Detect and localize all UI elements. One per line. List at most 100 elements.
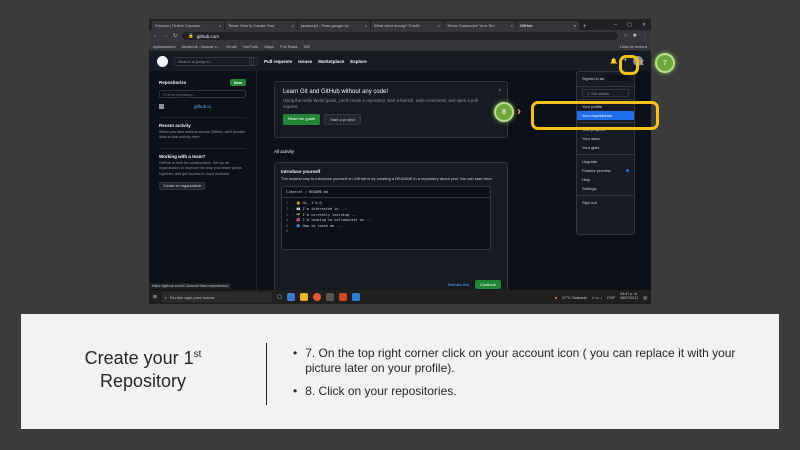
notification-icon[interactable]: ▤ xyxy=(643,295,647,300)
bullet-item: 7. On the top right corner click on your… xyxy=(293,346,763,376)
weather-text[interactable]: 27°C Soleado xyxy=(562,295,587,300)
line-text: - 👀 I'm interested in ... xyxy=(292,206,347,211)
taskbar-search-placeholder: Escribe aquí para buscar xyxy=(170,294,215,300)
line-number: 6 xyxy=(286,229,289,234)
close-icon[interactable]: × xyxy=(365,23,367,28)
bookmark[interactable]: facebook - Buscar c... xyxy=(181,44,220,49)
reading-list[interactable]: Lista de lectura xyxy=(620,44,647,49)
word-icon[interactable] xyxy=(351,293,360,301)
step-8-badge: 8 xyxy=(494,102,514,122)
github-logo-icon[interactable] xyxy=(157,55,168,67)
taskbar-app-icon[interactable] xyxy=(325,293,334,301)
close-icon[interactable]: × xyxy=(292,23,294,28)
bell-icon[interactable]: 🔔 xyxy=(610,58,617,65)
address-bar-row: ← → ↻ 🔒 github.com ☆ ✱ ⋮ xyxy=(149,30,651,42)
browser-tab[interactable]: What went wrong? Troubl × xyxy=(371,21,443,30)
nav-marketplace[interactable]: Marketplace xyxy=(318,59,344,64)
set-status-button[interactable]: ☺ Set status xyxy=(582,89,629,97)
menu-sign-out[interactable]: Sign out xyxy=(577,198,634,207)
new-dot-icon xyxy=(626,169,629,172)
new-repository-button[interactable]: New xyxy=(229,79,246,86)
chrome-icon[interactable] xyxy=(312,293,321,301)
menu-settings[interactable]: Settings xyxy=(577,184,634,193)
introduce-title: Introduce yourself xyxy=(281,169,321,174)
team-text: GitHub is built for collaboration. Set u… xyxy=(159,161,242,176)
minimize-icon[interactable]: – xyxy=(614,22,617,28)
forward-icon[interactable]: → xyxy=(163,33,168,39)
status-bar-url: https://github.com/CJamrcel?tab=reposito… xyxy=(149,283,232,289)
menu-icon[interactable]: ⋮ xyxy=(642,33,647,39)
star-icon[interactable]: ☆ xyxy=(623,33,627,39)
search-placeholder: Search or jump to... xyxy=(178,58,213,64)
tab-label: Director | Online Courses - xyxy=(155,23,203,28)
maximize-icon[interactable]: ▢ xyxy=(627,22,632,28)
line-text: - 📫 How to reach me ... xyxy=(292,223,343,228)
bookmark[interactable]: YouTube xyxy=(243,44,259,49)
browser-tab-active[interactable]: GitHub × xyxy=(517,21,579,30)
close-icon[interactable]: × xyxy=(219,23,221,28)
browser-tab[interactable]: Tema: Customize Your Terr × xyxy=(444,21,516,30)
highlight-account-icon xyxy=(619,55,639,75)
tab-label: javascript - Pass google sc xyxy=(301,23,349,28)
screenshot: Director | Online Courses - × Tema: How t… xyxy=(149,19,651,304)
close-icon[interactable]: × xyxy=(511,23,513,28)
clock[interactable]: 04:57 p. m. 06/07/2021 xyxy=(620,292,638,301)
continue-button[interactable]: Continue xyxy=(474,280,501,289)
close-window-icon[interactable]: ✕ xyxy=(642,22,646,28)
nav-issues[interactable]: Issues xyxy=(298,59,312,64)
bookmark[interactable]: Gmail xyxy=(226,44,236,49)
dashboard-sidebar: Repositories New Find a repository... gi… xyxy=(149,71,257,304)
taskbar-app-icon[interactable] xyxy=(286,293,295,301)
github-search-input[interactable]: Search or jump to... / xyxy=(174,56,258,66)
divider xyxy=(577,86,634,87)
bookmark[interactable]: Full Stack xyxy=(280,44,298,49)
start-project-button[interactable]: Start a project xyxy=(324,113,362,125)
close-icon[interactable]: × xyxy=(438,23,440,28)
browser-tab[interactable]: Director | Online Courses - × xyxy=(152,21,224,30)
language-indicator[interactable]: ESP xyxy=(607,295,615,300)
repository-link[interactable]: github.io xyxy=(159,104,246,109)
windows-start-icon[interactable]: ⊞ xyxy=(153,294,157,300)
slide: Director | Online Courses - × Tema: How t… xyxy=(0,0,800,450)
url-field[interactable]: 🔒 github.com xyxy=(182,32,619,40)
bookmark[interactable]: DM xyxy=(304,44,310,49)
bookmark[interactable]: Maps xyxy=(264,44,274,49)
nav-pull-requests[interactable]: Pull requests xyxy=(264,59,292,64)
activity-title: All activity xyxy=(274,149,295,154)
read-guide-button[interactable]: Read the guide xyxy=(283,113,321,125)
divider xyxy=(577,154,634,155)
taskbar-search[interactable]: ⌕ Escribe aquí para buscar xyxy=(161,292,272,302)
repo-name: github.io xyxy=(194,104,212,109)
browser-tab[interactable]: javascript - Pass google sc × xyxy=(298,21,370,30)
extensions-icon[interactable]: ✱ xyxy=(633,33,637,39)
repo-icon xyxy=(159,104,164,109)
task-view-icon[interactable]: ◯ xyxy=(277,294,282,300)
menu-feature-preview[interactable]: Feature preview xyxy=(577,166,634,175)
menu-your-gists[interactable]: Your gists xyxy=(577,143,634,152)
bookmark[interactable]: Aplicaciones xyxy=(153,44,175,49)
divider xyxy=(577,195,634,196)
smile-icon: ☺ xyxy=(586,90,591,96)
reload-icon[interactable]: ↻ xyxy=(173,33,177,39)
menu-upgrade[interactable]: Upgrade xyxy=(577,157,634,166)
caption-panel: Create your 1st Repository 7. On the top… xyxy=(21,314,779,429)
menu-help[interactable]: Help xyxy=(577,175,634,184)
repositories-title: Repositories xyxy=(159,80,187,85)
nav-explore[interactable]: Explore xyxy=(350,59,367,64)
close-icon[interactable]: × xyxy=(498,88,501,94)
powerpoint-icon[interactable] xyxy=(338,293,347,301)
menu-your-stars[interactable]: Your stars xyxy=(577,134,634,143)
create-organization-button[interactable]: Create an organization xyxy=(159,181,206,190)
readme-preview: CJamrcel / README.md 1- 👋 Hi, I'm @ 2- 👀… xyxy=(281,186,491,251)
file-explorer-icon[interactable] xyxy=(299,293,308,301)
line-text: - 👋 Hi, I'm @ xyxy=(292,201,322,206)
close-icon[interactable]: × xyxy=(574,23,576,28)
code-line: 1- 👋 Hi, I'm @ xyxy=(282,198,490,207)
dismiss-link[interactable]: Dismiss this xyxy=(448,282,469,287)
tab-label: Tema: Customize Your Terr xyxy=(447,23,495,28)
find-repository-input[interactable]: Find a repository... xyxy=(159,90,246,98)
browser-tab[interactable]: Tema: How to Create Your × xyxy=(225,21,297,30)
back-icon[interactable]: ← xyxy=(153,33,158,39)
caption-title-line2: Repository xyxy=(99,370,187,391)
tray-icons[interactable]: ˄ ▭ ♪ xyxy=(592,295,602,300)
